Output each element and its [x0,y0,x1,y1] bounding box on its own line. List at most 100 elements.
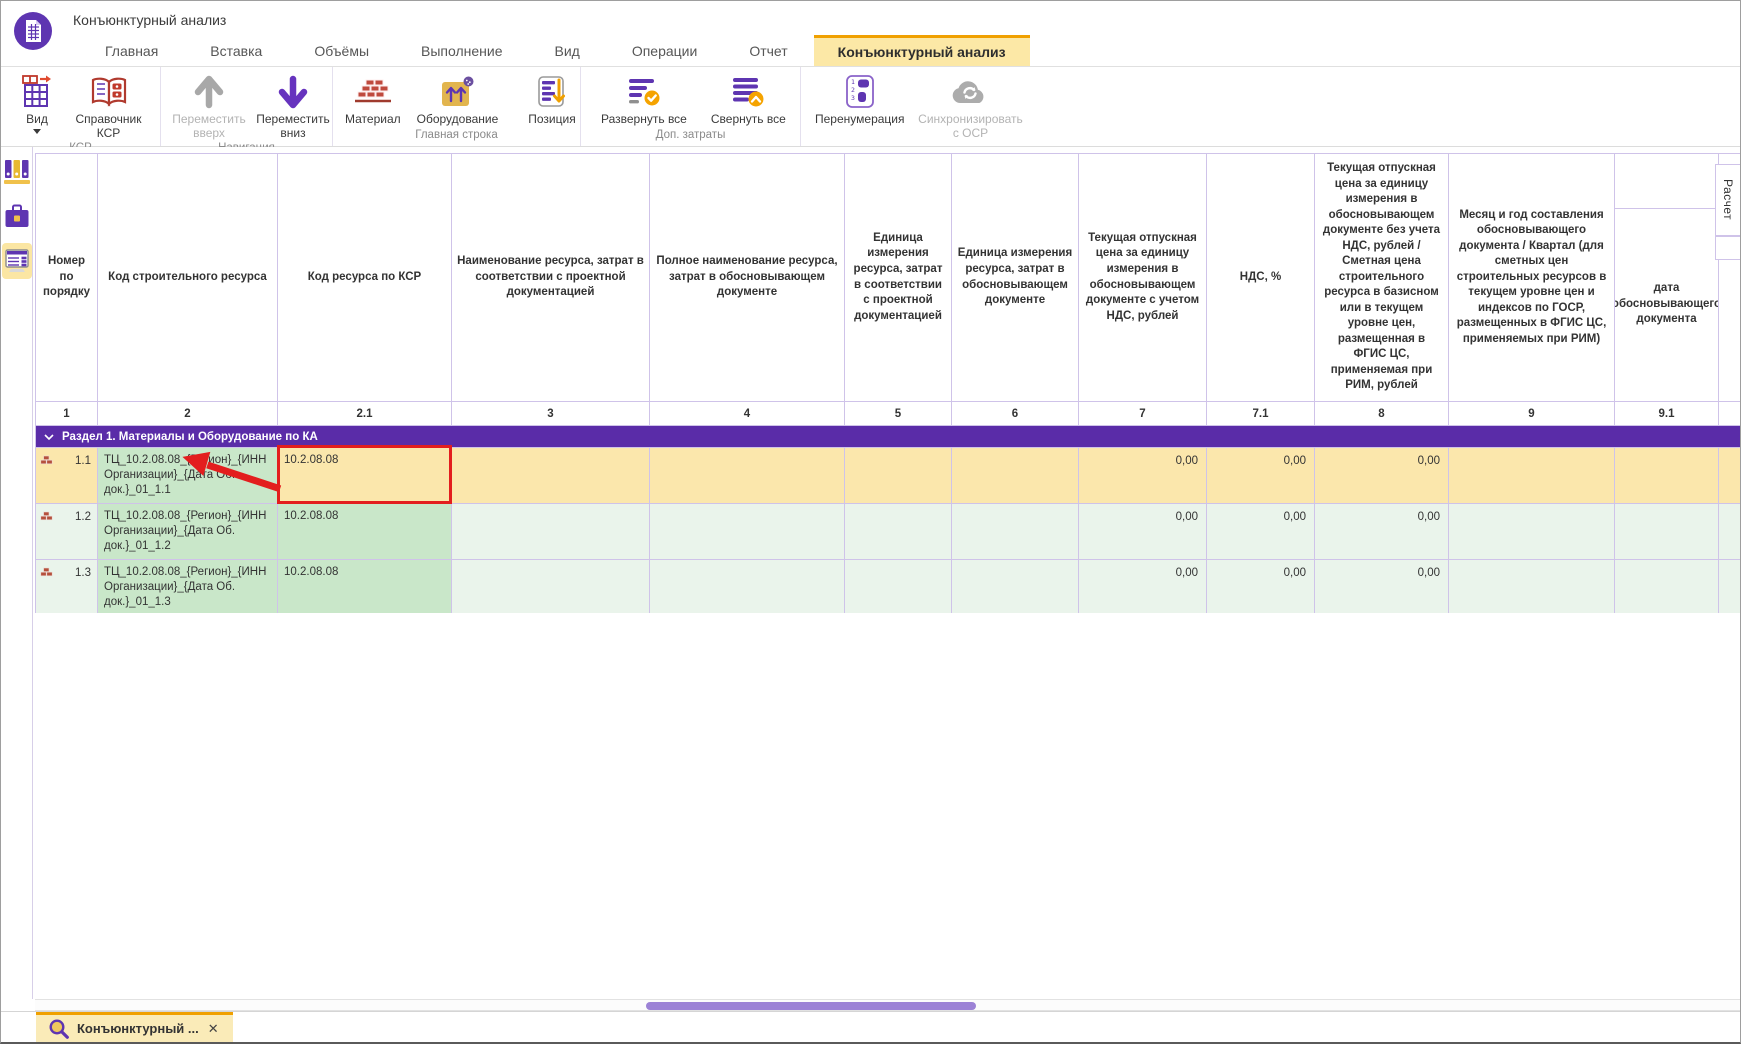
document-tab[interactable]: Конъюнктурный ... ✕ [36,1012,233,1042]
cell[interactable] [1719,503,1741,559]
resource-code-cell[interactable]: ТЦ_10.2.08.08_{Регион}_{ИНН Организации}… [98,503,278,559]
cell[interactable] [1449,448,1615,504]
tab-glavnaya[interactable]: Главная [79,35,184,66]
expand-all-button[interactable]: Развернуть все [597,70,691,128]
price-no-vat-cell[interactable]: 0,00 [1315,503,1449,559]
col-number[interactable]: 5 [845,402,952,426]
col-header[interactable]: Код ресурса по КСР [278,154,452,402]
col-number[interactable]: 4 [650,402,845,426]
tab-otchet[interactable]: Отчет [723,35,813,66]
sync-osr-button[interactable]: Синхронизировать с ОСР [914,70,1026,142]
col-header[interactable]: Наименование ресурса, затрат в соответст… [452,154,650,402]
vat-cell[interactable]: 0,00 [1207,559,1315,613]
vat-cell[interactable]: 0,00 [1207,503,1315,559]
col-header[interactable]: Месяц и год составления обосновывающего … [1449,154,1615,402]
tab-vstavka[interactable]: Вставка [184,35,288,66]
cell[interactable] [1615,559,1719,613]
col-header[interactable]: Единица измерения ресурса, затрат в обос… [952,154,1079,402]
tab-vid[interactable]: Вид [529,35,606,66]
col-header[interactable]: Текущая отпускная цена за единицу измере… [1079,154,1207,402]
cell[interactable] [452,448,650,504]
cell[interactable] [650,448,845,504]
cell[interactable] [845,448,952,504]
equipment-box-icon [439,72,475,112]
binders-view-button[interactable] [2,155,32,191]
move-down-button[interactable]: Переместить вниз [253,70,333,142]
col-number[interactable]: 1 [36,402,98,426]
col-header[interactable]: Полное наименование ресурса, затрат в об… [650,154,845,402]
tab-vypolnenie[interactable]: Выполнение [395,35,528,66]
cell[interactable] [1615,448,1719,504]
sync-osr-label: Синхронизировать с ОСР [918,112,1023,140]
cell[interactable] [650,559,845,613]
tab-obyomy[interactable]: Объёмы [288,35,395,66]
ksr-code-cell[interactable]: 10.2.08.08 [278,503,452,559]
cell[interactable] [452,559,650,613]
horizontal-scrollbar[interactable] [35,999,1740,1011]
table-row[interactable]: 1.1 ТЦ_10.2.08.08_{Регион}_{ИНН Организа… [36,448,1741,504]
position-button[interactable]: Позиция [524,70,579,128]
cell[interactable] [952,503,1079,559]
col-number[interactable]: 9.1 [1615,402,1719,426]
tab-operacii[interactable]: Операции [606,35,724,66]
price-no-vat-cell[interactable]: 0,00 [1315,448,1449,504]
view-button[interactable]: Вид [15,70,59,136]
cell[interactable] [845,503,952,559]
table-row[interactable]: 1.2 ТЦ_10.2.08.08_{Регион}_{ИНН Организа… [36,503,1741,559]
col-number[interactable]: 6 [952,402,1079,426]
ksr-handbook-button[interactable]: Справочник КСР [63,70,154,142]
table-view-button[interactable] [2,243,32,279]
section-header-row[interactable]: Раздел 1. Материалы и Оборудование по КА [36,426,1741,448]
tab-konyunkturnyi-analiz[interactable]: Конъюнктурный анализ [814,35,1030,66]
cell[interactable] [1719,448,1741,504]
col-number[interactable]: 2 [98,402,278,426]
material-label: Материал [345,112,401,126]
price-with-vat-cell[interactable]: 0,00 [1079,503,1207,559]
col-number[interactable]: 7 [1079,402,1207,426]
cell[interactable] [952,448,1079,504]
table-row[interactable]: 1.3 ТЦ_10.2.08.08_{Регион}_{ИНН Организа… [36,559,1741,613]
col-number[interactable] [1719,402,1741,426]
cell[interactable] [1719,559,1741,613]
price-no-vat-cell[interactable]: 0,00 [1315,559,1449,613]
cell[interactable] [845,559,952,613]
col-number[interactable]: 8 [1315,402,1449,426]
col-header[interactable]: дата обосновывающего документа [1615,154,1719,402]
col-number[interactable]: 3 [452,402,650,426]
col-header[interactable]: Код строительного ресурса [98,154,278,402]
ksr-code-cell[interactable]: 10.2.08.08 [278,448,452,504]
col-number[interactable]: 2.1 [278,402,452,426]
cell[interactable] [1615,503,1719,559]
resource-code-cell[interactable]: ТЦ_10.2.08.08_{Регион}_{ИНН Организации}… [98,559,278,613]
cell[interactable] [1449,559,1615,613]
horizontal-scrollbar-thumb[interactable] [646,1002,976,1010]
price-with-vat-cell[interactable]: 0,00 [1079,448,1207,504]
col-header[interactable]: Текущая отпускная цена за единицу измере… [1315,154,1449,402]
calc-panel-tab[interactable]: Расчет [1715,164,1740,236]
collapse-all-button[interactable]: Свернуть все [707,70,790,128]
equipment-button[interactable]: Оборудование [413,70,503,128]
cell[interactable] [452,503,650,559]
material-button[interactable]: Материал [341,70,405,128]
col-number[interactable]: 9 [1449,402,1615,426]
renumber-button[interactable]: 1 2 3 Перенумерация [811,70,908,128]
col-number[interactable]: 7.1 [1207,402,1315,426]
briefcase-view-button[interactable] [2,199,32,235]
grid-table: Номер по порядку Код строительного ресур… [35,153,1740,613]
vat-cell[interactable]: 0,00 [1207,448,1315,504]
col-header[interactable]: Единица измерения ресурса, затрат в соот… [845,154,952,402]
row-number-cell[interactable]: 1.1 [36,448,98,504]
price-with-vat-cell[interactable]: 0,00 [1079,559,1207,613]
cell[interactable] [952,559,1079,613]
cell[interactable] [1449,503,1615,559]
row-number-cell[interactable]: 1.3 [36,559,98,613]
row-number-cell[interactable]: 1.2 [36,503,98,559]
move-up-button[interactable]: Переместить вверх [169,70,249,142]
cell[interactable] [650,503,845,559]
col-header[interactable]: Номер по порядку [36,154,98,402]
book-icon [89,72,129,112]
ksr-code-cell[interactable]: 10.2.08.08 [278,559,452,613]
resource-code-cell[interactable]: ТЦ_10.2.08.08_{Регион}_{ИНН Организации}… [98,448,278,504]
close-icon[interactable]: ✕ [206,1021,221,1037]
col-header[interactable]: НДС, % [1207,154,1315,402]
